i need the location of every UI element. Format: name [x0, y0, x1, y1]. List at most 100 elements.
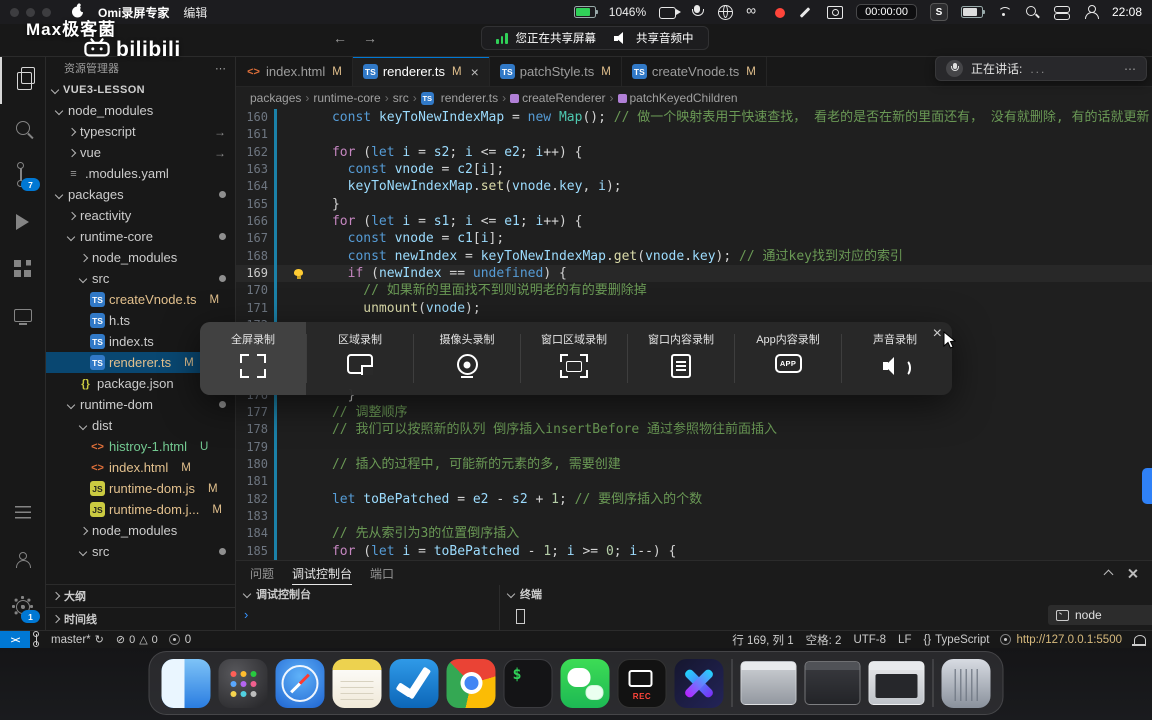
menubar-clock[interactable]: 22:08 — [1112, 5, 1142, 19]
file-.modules.yaml[interactable]: ≡ .modules.yaml — [46, 163, 235, 184]
file-index.html[interactable]: <> index.html M — [46, 457, 235, 478]
menubar-edit-menu[interactable]: 编辑 — [183, 4, 207, 21]
pencil-icon[interactable] — [798, 5, 814, 19]
code-line-177[interactable]: 177 // 调整顺序 — [236, 403, 1152, 422]
folder-vue[interactable]: vue → — [46, 142, 235, 163]
spotlight-search-icon[interactable] — [1025, 5, 1041, 19]
code-line-180[interactable]: 180 // 插入的过程中, 可能新的元素的多, 需要创建 — [236, 455, 1152, 474]
code-line-165[interactable]: 165 } — [236, 195, 1152, 214]
code-line-183[interactable]: 183 — [236, 507, 1152, 526]
tab-renderer.ts[interactable]: TS renderer.ts M × — [352, 57, 490, 86]
chevron-down-icon[interactable] — [242, 589, 252, 599]
code-line-171[interactable]: 171 unmount(vnode); — [236, 299, 1152, 318]
ports-item[interactable]: 0 — [164, 631, 197, 648]
code-line-163[interactable]: 163 const vnode = c2[i]; — [236, 161, 1152, 179]
folder-node_modules[interactable]: node_modules — [46, 100, 235, 121]
remote-indicator[interactable]: >< — [0, 631, 30, 648]
navigate-back-button[interactable]: ← — [333, 30, 347, 46]
folder-packages[interactable]: packages — [46, 184, 235, 205]
source-control-view-icon[interactable]: 7 — [0, 151, 45, 198]
s-app-icon[interactable]: S — [929, 3, 948, 21]
folder-runtime-core[interactable]: runtime-core — [46, 226, 235, 247]
code-line-179[interactable]: 179 — [236, 438, 1152, 456]
project-root-row[interactable]: VUE3-LESSON — [46, 79, 235, 100]
file-runtime-dom.j...[interactable]: JS runtime-dom.j... M — [46, 499, 235, 520]
wechat-dock-icon[interactable] — [560, 658, 610, 708]
safari-dock-icon[interactable] — [275, 658, 325, 708]
explorer-actions-icon[interactable]: ⋯ — [215, 62, 227, 75]
folder-src[interactable]: src — [46, 541, 235, 562]
tab-patchStyle.ts[interactable]: TS patchStyle.ts M — [489, 57, 622, 86]
folder-node_modules[interactable]: node_modules — [46, 247, 235, 268]
explorer-view-icon[interactable] — [0, 57, 47, 104]
camera-icon[interactable] — [827, 6, 844, 19]
accounts-icon[interactable] — [0, 536, 45, 583]
control-center-icon[interactable] — [1053, 5, 1070, 20]
encoding-item[interactable]: UTF-8 — [847, 631, 892, 648]
panel-tab-端口[interactable]: 端口 — [370, 561, 394, 585]
git-branch-item[interactable]: master* ↻ — [30, 631, 110, 648]
code-line-182[interactable]: 182 let toBePatched = e2 - s2 + 1; // 要倒… — [236, 490, 1152, 508]
navigate-forward-button[interactable]: → — [363, 30, 377, 46]
infinity-icon[interactable] — [746, 2, 762, 19]
record-mode-全屏录制[interactable]: 全屏录制 — [200, 322, 306, 395]
breadcrumb-item[interactable]: packages — [250, 91, 301, 105]
close-icon[interactable]: × — [471, 64, 479, 80]
record-dot-icon[interactable] — [775, 8, 786, 18]
panel-tab-问题[interactable]: 问题 — [250, 561, 274, 585]
terminal-dock-icon[interactable] — [503, 658, 553, 708]
window-preview-3-dock-icon[interactable] — [868, 661, 925, 705]
vscode-dock-icon[interactable] — [389, 658, 439, 708]
code-line-169[interactable]: 169 if (newIndex == undefined) { — [236, 265, 1152, 283]
notifications-bell-icon[interactable] — [1132, 634, 1146, 646]
more-options-icon[interactable]: ⋯ — [1124, 62, 1136, 76]
launchpad-dock-icon[interactable] — [218, 658, 268, 708]
breadcrumb-item[interactable]: patchKeyedChildren — [617, 91, 738, 105]
settings-gear-icon[interactable]: 1 — [0, 583, 45, 630]
folder-src[interactable]: src — [46, 268, 235, 289]
lightbulb-icon[interactable] — [294, 269, 303, 280]
code-line-184[interactable]: 184 // 先从索引为3的位置倒序插入 — [236, 525, 1152, 543]
record-mode-App内容录制[interactable]: App内容录制 APP — [735, 322, 841, 395]
breadcrumb-item[interactable]: createRenderer — [510, 91, 606, 105]
search-view-icon[interactable] — [0, 104, 45, 151]
record-mode-窗口区域录制[interactable]: 窗口区域录制 — [521, 322, 627, 395]
breadcrumb-item[interactable]: src — [393, 91, 409, 105]
folder-reactivity[interactable]: reactivity — [46, 205, 235, 226]
live-server-item[interactable]: http://127.0.0.1:5500 — [995, 631, 1128, 648]
outline-list-icon[interactable] — [0, 489, 45, 536]
problems-item[interactable]: ⊘ 0 △ 0 — [110, 631, 164, 648]
code-line-170[interactable]: 170 // 如果新的里面找不到则说明老的有的要删除掉 — [236, 282, 1152, 300]
record-mode-摄像头录制[interactable]: 摄像头录制 — [414, 322, 520, 395]
code-line-160[interactable]: 160 const keyToNewIndexMap = new Map(); … — [236, 109, 1152, 127]
code-line-161[interactable]: 161 — [236, 126, 1152, 144]
record-mode-窗口内容录制[interactable]: 窗口内容录制 — [628, 322, 734, 395]
indentation-item[interactable]: 空格: 2 — [800, 631, 848, 648]
close-icon[interactable]: × — [933, 326, 942, 342]
screen-recorder-dock-icon[interactable] — [617, 658, 667, 708]
file-createVnode.ts[interactable]: TS createVnode.ts M — [46, 289, 235, 310]
code-line-185[interactable]: 185 for (let i = toBePatched - 1; i >= 0… — [236, 542, 1152, 560]
window-preview-2-dock-icon[interactable] — [804, 661, 861, 705]
recording-timer[interactable]: 00:00:00 — [856, 4, 917, 20]
video-editor-dock-icon[interactable] — [674, 658, 724, 708]
folder-node_modules[interactable]: node_modules — [46, 520, 235, 541]
code-line-166[interactable]: 166 for (let i = s1; i <= e1; i++) { — [236, 213, 1152, 231]
notes-dock-icon[interactable] — [332, 658, 382, 708]
code-line-162[interactable]: 162 for (let i = s2; i <= e2; i++) { — [236, 143, 1152, 162]
code-line-178[interactable]: 178 // 我们可以按照新的队列 倒序插入insertBefore 通过参照物… — [236, 421, 1152, 439]
code-line-164[interactable]: 164 keyToNewIndexMap.set(vnode.key, i); — [236, 178, 1152, 196]
run-debug-view-icon[interactable] — [0, 198, 45, 245]
menubar-app-name[interactable]: Omi录屏专家 — [98, 4, 169, 21]
file-histroy-1.html[interactable]: <> histroy-1.html U — [46, 436, 235, 457]
breadcrumb-item[interactable]: TS renderer.ts — [420, 91, 498, 105]
floating-widget-tab[interactable] — [1142, 468, 1152, 504]
chrome-dock-icon[interactable] — [446, 658, 496, 708]
timeline-section[interactable]: 时间线 — [46, 607, 235, 630]
breadcrumb-item[interactable]: runtime-core — [313, 91, 380, 105]
extensions-view-icon[interactable] — [0, 245, 45, 292]
terminal-instance[interactable]: node — [1048, 605, 1152, 625]
eol-item[interactable]: LF — [892, 631, 917, 648]
window-preview-1-dock-icon[interactable] — [740, 661, 797, 705]
outline-section[interactable]: 大纲 — [46, 584, 235, 607]
